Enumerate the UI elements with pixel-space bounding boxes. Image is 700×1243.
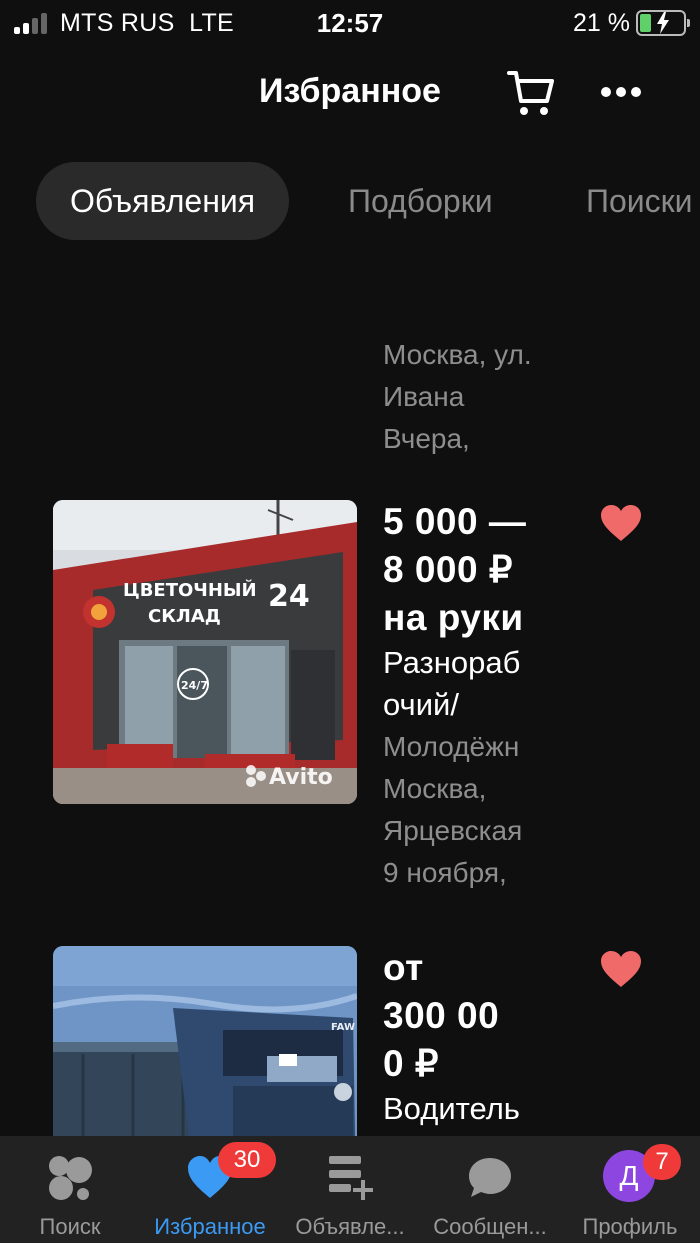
listing-price: от 300 00 0 ₽ — [383, 947, 500, 1084]
listing-info: 5 000 — 8 000 ₽ на руки Разнораб очий/ М… — [383, 498, 583, 894]
nav-my-listings[interactable]: Объявле... — [280, 1136, 420, 1243]
favorite-heart-icon[interactable] — [599, 503, 643, 543]
listing-meta: Ярцевская — [383, 815, 523, 846]
listing-meta: 9 ноября, — [383, 857, 507, 888]
nav-label: Поиск — [39, 1214, 101, 1239]
nav-label: Сообщен... — [433, 1214, 547, 1239]
nav-label: Профиль — [582, 1214, 678, 1239]
listing-photo[interactable]: FAW — [53, 946, 357, 1136]
sign-text-line1: ЦВЕТОЧНЫЙ — [123, 579, 257, 601]
tab-bar: Объявления Подборки Поиски — [36, 162, 700, 240]
search-dots-icon — [49, 1156, 92, 1200]
door-label: 24/7 — [181, 679, 208, 692]
listing-meta: Москва, — [383, 773, 487, 804]
listing-price: 5 000 — 8 000 ₽ на руки — [383, 501, 527, 638]
favorites-count-badge: 30 — [218, 1142, 276, 1178]
bottom-navigation: Поиск 30 Избранное Объявле... Сообщен...… — [0, 1136, 700, 1243]
listing-info: от 300 00 0 ₽ Водитель — [383, 944, 583, 1130]
cart-icon[interactable] — [505, 67, 557, 119]
listing-title: очий/ — [383, 687, 459, 722]
tab-listings[interactable]: Объявления — [36, 162, 290, 240]
nav-label: Объявле... — [295, 1214, 405, 1239]
favorite-heart-icon[interactable] — [599, 949, 643, 989]
truck-brand-label: FAW — [331, 1022, 355, 1033]
favorites-feed[interactable]: Москва, ул. Ивана Вчера, ЦВЕТОЧНЫЙ СКЛАД… — [0, 250, 700, 1136]
sign-number: 24 — [268, 579, 310, 614]
tab-collections[interactable]: Подборки — [348, 162, 493, 240]
nav-search[interactable]: Поиск — [0, 1136, 140, 1243]
add-listing-icon — [329, 1156, 373, 1200]
battery-percent: 21 % — [573, 9, 630, 37]
nav-label: Избранное — [154, 1214, 266, 1239]
more-horizontal-icon[interactable] — [598, 80, 644, 104]
nav-favorites[interactable]: 30 Избранное — [140, 1136, 280, 1243]
avito-watermark: Avito — [269, 765, 333, 790]
listing-meta: Москва, ул. Ивана Вчера, — [383, 339, 532, 454]
sign-text-line2: СКЛАД — [148, 606, 221, 627]
battery-icon — [636, 10, 690, 36]
nav-profile[interactable]: Д 7 Профиль — [560, 1136, 700, 1243]
listing-meta: Молодёжн — [383, 731, 520, 762]
status-bar: MTS RUS LTE 12:57 21 % — [0, 0, 700, 46]
tab-searches[interactable]: Поиски — [586, 162, 693, 240]
chat-bubble-icon — [469, 1158, 511, 1197]
listing-title: Водитель — [383, 1091, 520, 1126]
page-title: Избранное — [259, 72, 441, 110]
nav-messages[interactable]: Сообщен... — [420, 1136, 560, 1243]
listing-photo[interactable]: ЦВЕТОЧНЫЙ СКЛАД 24 24/7 Avito — [53, 500, 357, 804]
listing-title: Разнораб — [383, 645, 521, 680]
profile-notification-badge: 7 — [643, 1144, 681, 1180]
